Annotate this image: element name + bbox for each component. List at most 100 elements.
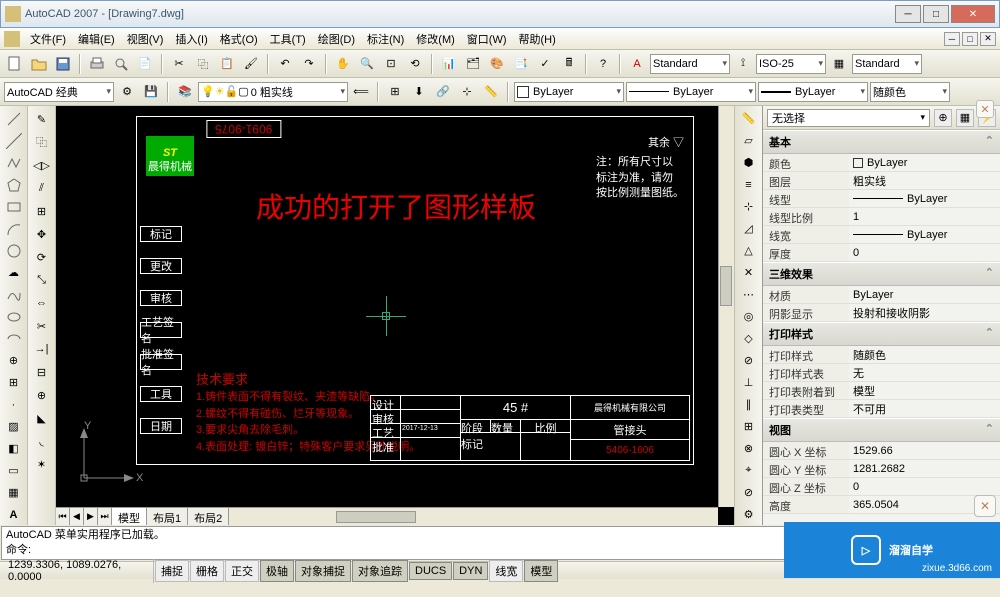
group-plot[interactable]: 打印样式⌃ (763, 322, 1000, 346)
workspace-save-icon[interactable]: 💾 (140, 81, 162, 103)
snap-node-icon[interactable]: ⊗ (738, 438, 760, 459)
grid-toggle[interactable]: 栅格 (190, 560, 224, 582)
open-icon[interactable] (28, 53, 50, 75)
tab-prev[interactable]: ◀ (70, 508, 84, 525)
pline-icon[interactable] (3, 152, 25, 173)
maximize-button[interactable]: □ (923, 5, 949, 23)
revcloud-icon[interactable]: ☁ (3, 262, 25, 283)
menu-window[interactable]: 窗口(W) (461, 29, 513, 49)
trim-icon[interactable]: ✂ (31, 315, 53, 337)
explode-icon[interactable]: ✶ (31, 453, 53, 475)
minimize-button[interactable]: ─ (895, 5, 921, 23)
extend-icon[interactable]: →| (31, 338, 53, 360)
region-icon[interactable]: ▭ (3, 460, 25, 481)
model-toggle[interactable]: 模型 (524, 560, 558, 582)
zoom-win-icon[interactable]: ⊡ (380, 53, 402, 75)
tab-model[interactable]: 模型 (112, 508, 147, 525)
zoom-prev-icon[interactable]: ⟲ (404, 53, 426, 75)
menu-insert[interactable]: 插入(I) (169, 29, 213, 49)
measure-icon[interactable]: 📏 (480, 81, 502, 103)
snap-per-icon[interactable]: ⊥ (738, 372, 760, 393)
preview-icon[interactable] (110, 53, 132, 75)
tab-last[interactable]: ⏭ (98, 508, 112, 525)
linetype-combo[interactable]: ByLayer▾ (626, 82, 756, 102)
join-icon[interactable]: ⊕ (31, 384, 53, 406)
tab-next[interactable]: ▶ (84, 508, 98, 525)
chamfer-icon[interactable]: ◣ (31, 407, 53, 429)
mdi-restore[interactable]: □ (962, 32, 978, 46)
tab-first[interactable]: ⏮ (56, 508, 70, 525)
color-combo[interactable]: ByLayer▾ (514, 82, 624, 102)
copy-obj-icon[interactable]: ⿻ (31, 131, 53, 153)
close-button[interactable]: ✕ (951, 5, 995, 23)
workspace-settings-icon[interactable]: ⚙ (116, 81, 138, 103)
properties-icon[interactable]: 📊 (438, 53, 460, 75)
save-icon[interactable] (52, 53, 74, 75)
snap-int-icon[interactable]: ✕ (738, 262, 760, 283)
layer-combo[interactable]: 💡☀🔓▢ 0 粗实线▾ (198, 82, 348, 102)
polygon-icon[interactable] (3, 174, 25, 195)
dimstyle-combo[interactable]: ISO-25▾ (756, 54, 826, 74)
toggle-pickadd-icon[interactable]: ⊕ (934, 109, 952, 127)
rectangle-icon[interactable] (3, 196, 25, 217)
list-icon[interactable]: ≡ (738, 174, 760, 195)
move-icon[interactable]: ✥ (31, 223, 53, 245)
block-icon[interactable]: ⊞ (384, 81, 406, 103)
insertblock-icon[interactable]: ⊕ (3, 350, 25, 371)
menu-tools[interactable]: 工具(T) (264, 29, 312, 49)
table-icon[interactable]: ▦ (3, 482, 25, 503)
menu-dimension[interactable]: 标注(N) (361, 29, 410, 49)
menu-format[interactable]: 格式(O) (214, 29, 264, 49)
snap-toggle[interactable]: 捕捉 (155, 560, 189, 582)
snap-near-icon[interactable]: ⌖ (738, 460, 760, 481)
layer-prev-icon[interactable]: ⟸ (350, 81, 372, 103)
snap-mid-icon[interactable]: △ (738, 240, 760, 261)
menu-view[interactable]: 视图(V) (121, 29, 170, 49)
markup-icon[interactable]: ✓ (534, 53, 556, 75)
snap-ext-icon[interactable]: ⋯ (738, 284, 760, 305)
lwt-toggle[interactable]: 线宽 (489, 560, 523, 582)
tab-layout2[interactable]: 布局2 (188, 508, 229, 525)
zoom-rt-icon[interactable]: 🔍 (356, 53, 378, 75)
menu-edit[interactable]: 编辑(E) (72, 29, 121, 49)
ducs-toggle[interactable]: DUCS (409, 562, 452, 580)
snap-cen-icon[interactable]: ◎ (738, 306, 760, 327)
id-icon[interactable]: ⊹ (738, 196, 760, 217)
point-icon[interactable]: · (3, 394, 25, 415)
tab-layout1[interactable]: 布局1 (147, 508, 188, 525)
polar-toggle[interactable]: 极轴 (260, 560, 294, 582)
ellipse-icon[interactable] (3, 306, 25, 327)
area-icon[interactable]: ▱ (738, 130, 760, 151)
mirror-icon[interactable]: ◁▷ (31, 154, 53, 176)
xline-icon[interactable] (3, 130, 25, 151)
tablestyle-icon[interactable]: ▦ (828, 53, 850, 75)
spline-icon[interactable] (3, 284, 25, 305)
ucs-icon[interactable]: ⊹ (456, 81, 478, 103)
undo-icon[interactable]: ↶ (274, 53, 296, 75)
snap-tan-icon[interactable]: ⊘ (738, 350, 760, 371)
selection-combo[interactable]: 无选择▾ (767, 109, 930, 127)
tablestyle-combo[interactable]: Standard▾ (852, 54, 922, 74)
offset-icon[interactable]: ⫽ (31, 177, 53, 199)
drawing-canvas[interactable]: 9091-9075 ST晨得机械 成功的打开了图形样板 其余 ▽ 注：所有尺寸以… (56, 106, 734, 525)
hatch-icon[interactable]: ▨ (3, 416, 25, 437)
menu-help[interactable]: 帮助(H) (513, 29, 562, 49)
select-objects-icon[interactable]: ▦ (956, 109, 974, 127)
redo-icon[interactable]: ↷ (298, 53, 320, 75)
mtext-icon[interactable]: A (3, 504, 25, 525)
layer-mgr-icon[interactable]: 📚 (174, 81, 196, 103)
lineweight-combo[interactable]: ByLayer▾ (758, 82, 868, 102)
pan-icon[interactable]: ✋ (332, 53, 354, 75)
arc-icon[interactable] (3, 218, 25, 239)
vscrollbar[interactable] (718, 106, 734, 507)
plot-icon[interactable] (86, 53, 108, 75)
menu-file[interactable]: 文件(F) (24, 29, 72, 49)
ellipsearc-icon[interactable] (3, 328, 25, 349)
panel-close-icon[interactable]: ✕ (976, 100, 994, 118)
publish-icon[interactable]: 📄 (134, 53, 156, 75)
sheetset-icon[interactable]: 📑 (510, 53, 532, 75)
snap-par-icon[interactable]: ∥ (738, 394, 760, 415)
copy-icon[interactable]: ⿻ (192, 53, 214, 75)
plotstyle-combo[interactable]: 随颜色▾ (870, 82, 950, 102)
match-icon[interactable]: 🖌 (240, 53, 262, 75)
